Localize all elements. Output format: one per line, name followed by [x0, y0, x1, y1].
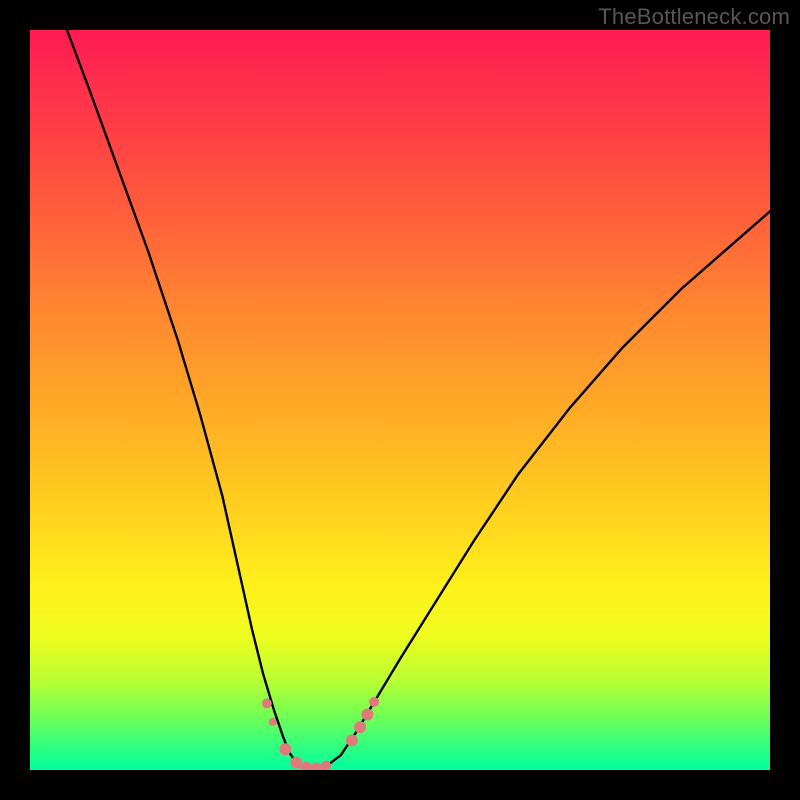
- marker-point: [310, 763, 322, 770]
- marker-point: [354, 721, 366, 733]
- curve-left: [67, 30, 311, 770]
- curve-right: [311, 211, 770, 770]
- marker-point: [361, 709, 373, 721]
- curve-svg: [30, 30, 770, 770]
- marker-point: [269, 718, 277, 726]
- marker-point: [262, 698, 272, 708]
- curve-markers: [262, 697, 379, 770]
- watermark-label: TheBottleneck.com: [598, 4, 790, 30]
- marker-point: [346, 734, 358, 746]
- marker-point: [279, 743, 291, 755]
- plot-area: [30, 30, 770, 770]
- marker-point: [321, 761, 331, 770]
- marker-point: [369, 697, 379, 707]
- chart-frame: TheBottleneck.com: [0, 0, 800, 800]
